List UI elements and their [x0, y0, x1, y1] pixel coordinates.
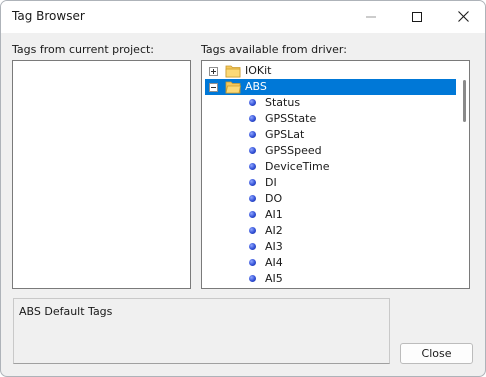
- tag-label: AI5: [265, 272, 283, 285]
- folder-icon: [225, 65, 241, 78]
- project-tags-list[interactable]: [12, 60, 191, 289]
- tag-label: GPSSpeed: [265, 144, 322, 157]
- tag-dot-icon: [249, 195, 256, 202]
- tag-label: GPSState: [265, 112, 317, 125]
- tag-label: AI1: [265, 208, 283, 221]
- tag-browser-window: Tag Browser Tags from current project: T…: [0, 0, 486, 377]
- plus-box-icon[interactable]: [209, 67, 218, 76]
- tag-label: DI: [265, 176, 277, 189]
- tag-dot-icon: [249, 275, 256, 282]
- tag-label: GPSLat: [265, 128, 305, 141]
- tag-label: Status: [265, 96, 301, 109]
- close-button[interactable]: Close: [400, 343, 473, 364]
- minus-box-icon[interactable]: [209, 83, 218, 92]
- description-text: ABS Default Tags: [19, 305, 113, 318]
- minimize-button[interactable]: [348, 1, 394, 32]
- window-title: Tag Browser: [12, 9, 85, 23]
- tag-label: AI3: [265, 240, 283, 253]
- tag-dot-icon: [249, 115, 256, 122]
- tree-item-label: ABS: [245, 80, 267, 93]
- tag-dot-icon: [249, 163, 256, 170]
- driver-tags-tree[interactable]: IOKit ABS Status GPSState GPSLat GPSSpee…: [201, 60, 470, 289]
- driver-tags-label: Tags available from driver:: [201, 43, 347, 56]
- tree-scrollbar[interactable]: [459, 61, 469, 288]
- tag-dot-icon: [249, 227, 256, 234]
- minimize-icon: [366, 16, 376, 17]
- tag-dot-icon: [249, 179, 256, 186]
- close-icon: [457, 11, 469, 22]
- title-bar: Tag Browser: [1, 1, 485, 33]
- maximize-button[interactable]: [394, 1, 440, 32]
- description-panel: ABS Default Tags: [13, 298, 390, 364]
- scrollbar-thumb[interactable]: [463, 80, 466, 122]
- tag-dot-icon: [249, 243, 256, 250]
- maximize-icon: [412, 11, 422, 22]
- tree-item-label: IOKit: [245, 64, 272, 77]
- tag-label: DO: [265, 192, 283, 205]
- tag-dot-icon: [249, 259, 256, 266]
- project-tags-label: Tags from current project:: [12, 43, 155, 56]
- tag-dot-icon: [249, 211, 256, 218]
- tag-label: AI2: [265, 224, 283, 237]
- tree-item-abs[interactable]: ABS: [202, 79, 456, 95]
- tag-label: AI4: [265, 256, 283, 269]
- tag-dot-icon: [249, 99, 256, 106]
- tag-label: DeviceTime: [265, 160, 330, 173]
- folder-open-icon: [225, 81, 241, 94]
- tag-dot-icon: [249, 147, 256, 154]
- tag-dot-icon: [249, 131, 256, 138]
- window-close-button[interactable]: [440, 1, 485, 32]
